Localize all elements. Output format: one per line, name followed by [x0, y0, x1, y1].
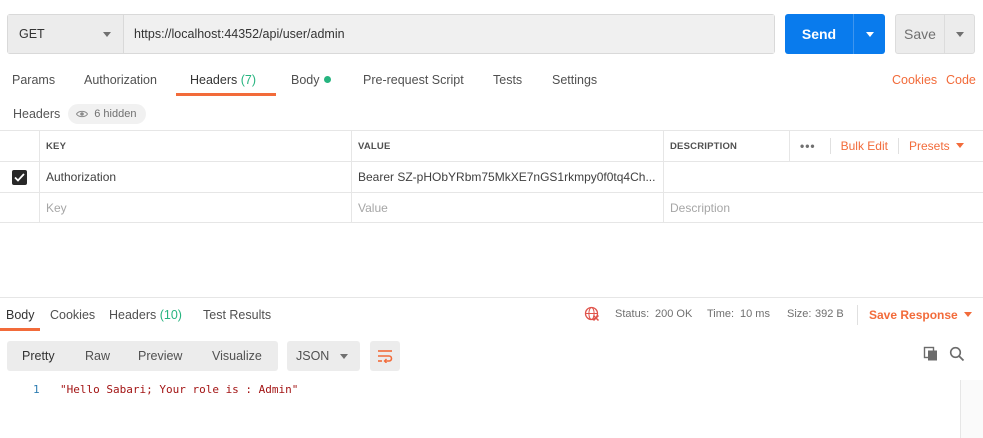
tab-pre-request-script[interactable]: Pre-request Script — [363, 73, 464, 87]
view-pretty-button[interactable]: Pretty — [22, 349, 55, 363]
active-response-tab-indicator — [0, 328, 40, 331]
resp-tab-headers-label: Headers — [109, 308, 157, 322]
send-button-group: Send — [785, 14, 885, 54]
resp-tab-headers-count: (10) — [159, 308, 182, 322]
view-mode-group: Pretty Raw Preview Visualize — [7, 341, 278, 371]
new-value-input[interactable]: Value — [351, 193, 663, 222]
table-row-new: Key Value Description — [0, 192, 983, 223]
tab-body[interactable]: Body — [291, 73, 331, 87]
time-value: 10 ms — [740, 308, 770, 320]
save-dropdown[interactable] — [944, 15, 974, 53]
headers-table: KEY VALUE DESCRIPTION ••• Bulk Edit Pres… — [0, 130, 983, 223]
method-label: GET — [19, 27, 45, 41]
wrap-lines-button[interactable] — [370, 341, 400, 371]
header-description-input[interactable] — [663, 162, 789, 192]
method-select[interactable]: GET — [8, 15, 124, 53]
resp-tab-test-results[interactable]: Test Results — [203, 308, 271, 322]
chevron-down-icon — [963, 312, 972, 317]
tab-body-label: Body — [291, 73, 320, 87]
resp-tab-headers[interactable]: Headers (10) — [109, 308, 182, 322]
presets-button[interactable]: Presets — [909, 139, 964, 153]
row-check-cell — [0, 193, 39, 222]
bulk-edit-button[interactable]: Bulk Edit — [841, 139, 888, 153]
header-key-input[interactable]: Authorization — [39, 162, 351, 192]
resp-tab-body[interactable]: Body — [6, 308, 35, 322]
hidden-headers-count: 6 hidden — [94, 108, 137, 120]
url-input[interactable]: https://localhost:44352/api/user/admin — [124, 15, 774, 53]
save-response-button[interactable]: Save Response — [869, 308, 972, 322]
column-header-key: KEY — [39, 131, 351, 161]
header-cell-check — [0, 131, 39, 161]
request-tabs: Params Authorization Headers (7) Body Pr… — [0, 64, 983, 98]
view-preview-button[interactable]: Preview — [138, 349, 182, 363]
chevron-down-icon — [103, 31, 111, 37]
column-header-description: DESCRIPTION — [663, 131, 789, 161]
hidden-headers-toggle[interactable]: 6 hidden — [68, 104, 147, 124]
column-header-value: VALUE — [351, 131, 663, 161]
save-button-group: Save — [895, 14, 975, 54]
vertical-scrollbar[interactable] — [960, 380, 983, 438]
response-body-text: "Hello Sabari; Your role is : Admin" — [60, 383, 299, 396]
chevron-down-icon — [340, 353, 348, 359]
headers-title: Headers — [13, 107, 61, 121]
tab-headers-label: Headers — [190, 73, 238, 87]
size-value: 392 B — [815, 308, 844, 320]
presets-label: Presets — [908, 139, 950, 153]
row-check-cell — [0, 162, 39, 192]
table-actions: ••• Bulk Edit Presets — [789, 131, 983, 161]
divider — [829, 138, 831, 154]
active-tab-indicator — [176, 93, 276, 96]
line-number: 1 — [33, 383, 40, 396]
status-value: 200 OK — [655, 308, 693, 320]
resp-tab-cookies[interactable]: Cookies — [50, 308, 95, 322]
headers-subheader: Headers 6 hidden — [13, 104, 147, 124]
status-dot-icon — [323, 76, 331, 83]
header-enabled-checkbox[interactable] — [12, 169, 27, 185]
send-button[interactable]: Send — [785, 14, 853, 54]
format-label: JSON — [296, 349, 330, 363]
search-icon[interactable] — [949, 346, 965, 362]
save-response-label: Save Response — [869, 308, 958, 322]
table-row: Authorization Bearer SZ-pHObYRbm75MkXE7n… — [0, 161, 983, 192]
tab-tests[interactable]: Tests — [493, 73, 522, 87]
table-header-row: KEY VALUE DESCRIPTION ••• Bulk Edit Pres… — [0, 130, 983, 161]
chevron-down-icon — [955, 143, 964, 148]
code-link[interactable]: Code — [946, 73, 976, 87]
send-dropdown[interactable] — [853, 14, 885, 54]
response-body-editor[interactable]: 1 "Hello Sabari; Your role is : Admin" — [0, 380, 960, 438]
tab-params[interactable]: Params — [12, 73, 55, 87]
divider — [857, 305, 858, 325]
request-bar: GET https://localhost:44352/api/user/adm… — [7, 14, 775, 54]
cookies-link[interactable]: Cookies — [892, 73, 937, 87]
checkmark-icon — [14, 172, 25, 182]
wrap-icon — [378, 350, 393, 363]
new-description-input[interactable]: Description — [663, 193, 983, 222]
more-options-icon[interactable]: ••• — [800, 139, 816, 153]
copy-icon[interactable] — [923, 346, 939, 362]
new-key-input[interactable]: Key — [39, 193, 351, 222]
response-tabs: Body Cookies Headers (10) Test Results S… — [0, 297, 983, 331]
view-raw-button[interactable]: Raw — [85, 349, 110, 363]
status-label: Status: — [615, 308, 650, 320]
divider — [897, 138, 899, 154]
tab-headers-count: (7) — [240, 73, 257, 87]
size-label: Size: — [787, 308, 812, 320]
chevron-down-icon — [955, 31, 964, 37]
view-visualize-button[interactable]: Visualize — [212, 349, 262, 363]
save-button[interactable]: Save — [896, 15, 944, 53]
tab-settings[interactable]: Settings — [552, 73, 597, 87]
header-value-input[interactable]: Bearer SZ-pHObYRbm75MkXE7nGS1rkmpy0f0tq4… — [351, 162, 663, 192]
tab-authorization[interactable]: Authorization — [84, 73, 157, 87]
tab-headers[interactable]: Headers (7) — [190, 73, 256, 87]
globe-icon[interactable] — [584, 306, 600, 322]
eye-icon — [76, 110, 89, 118]
time-label: Time: — [707, 308, 735, 320]
format-select[interactable]: JSON — [287, 341, 360, 371]
chevron-down-icon — [865, 31, 874, 37]
